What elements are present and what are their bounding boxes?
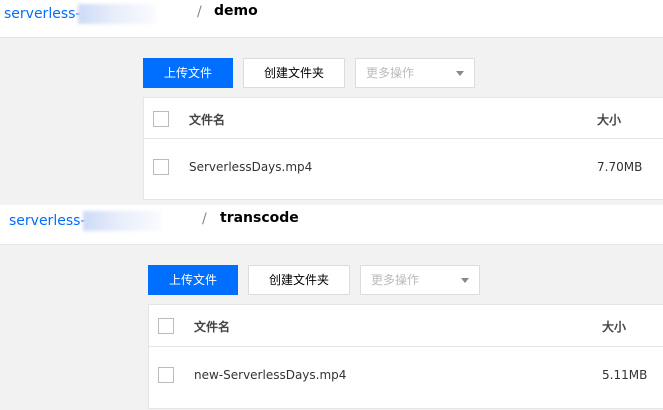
file-name[interactable]: new-ServerlessDays.mp4: [194, 368, 346, 382]
table-header-row: 文件名 大小: [144, 98, 663, 139]
more-actions-label: 更多操作: [366, 66, 415, 80]
file-size: 5.11MB: [602, 368, 648, 382]
more-actions-dropdown[interactable]: 更多操作: [360, 265, 480, 295]
table-header-row: 文件名 大小: [149, 305, 663, 347]
bucket-name-masked: [78, 4, 157, 24]
table-row[interactable]: new-ServerlessDays.mp4 5.11MB: [149, 347, 663, 407]
breadcrumb-separator: /: [197, 4, 202, 20]
row-checkbox[interactable]: [158, 367, 174, 383]
column-header-name[interactable]: 文件名: [189, 111, 225, 128]
chevron-down-icon: [456, 71, 464, 76]
breadcrumb: serverless- / demo: [0, 0, 663, 38]
more-actions-label: 更多操作: [371, 273, 420, 287]
bucket-name: serverless-: [9, 213, 86, 229]
breadcrumb-separator: /: [202, 211, 207, 227]
select-all-checkbox[interactable]: [158, 318, 174, 334]
file-browser-panel-transcode: serverless- / transcode 上传文件 创建文件夹 更多操作 …: [0, 205, 663, 410]
row-checkbox[interactable]: [153, 159, 169, 175]
table-row[interactable]: ServerlessDays.mp4 7.70MB: [144, 139, 663, 199]
create-folder-button[interactable]: 创建文件夹: [243, 58, 345, 88]
create-folder-button[interactable]: 创建文件夹: [248, 265, 350, 295]
bucket-name-masked: [83, 211, 162, 231]
more-actions-dropdown[interactable]: 更多操作: [355, 58, 475, 88]
file-name[interactable]: ServerlessDays.mp4: [189, 160, 312, 174]
breadcrumb-current-directory: demo: [214, 3, 258, 19]
breadcrumb-bucket-link[interactable]: serverless-: [4, 4, 157, 24]
column-header-name[interactable]: 文件名: [194, 318, 230, 335]
breadcrumb: serverless- / transcode: [0, 205, 663, 245]
file-browser-panel-demo: serverless- / demo 上传文件 创建文件夹 更多操作 文件名 大…: [0, 0, 663, 206]
column-header-size[interactable]: 大小: [602, 318, 626, 335]
file-table: 文件名 大小 ServerlessDays.mp4 7.70MB: [143, 97, 663, 200]
breadcrumb-bucket-link[interactable]: serverless-: [9, 211, 162, 231]
file-size: 7.70MB: [597, 160, 643, 174]
bucket-name: serverless-: [4, 6, 81, 22]
chevron-down-icon: [461, 278, 469, 283]
upload-file-button[interactable]: 上传文件: [148, 265, 238, 295]
column-header-size[interactable]: 大小: [597, 111, 621, 128]
file-table: 文件名 大小 new-ServerlessDays.mp4 5.11MB: [148, 304, 663, 409]
upload-file-button[interactable]: 上传文件: [143, 58, 233, 88]
breadcrumb-current-directory: transcode: [220, 210, 299, 226]
select-all-checkbox[interactable]: [153, 111, 169, 127]
